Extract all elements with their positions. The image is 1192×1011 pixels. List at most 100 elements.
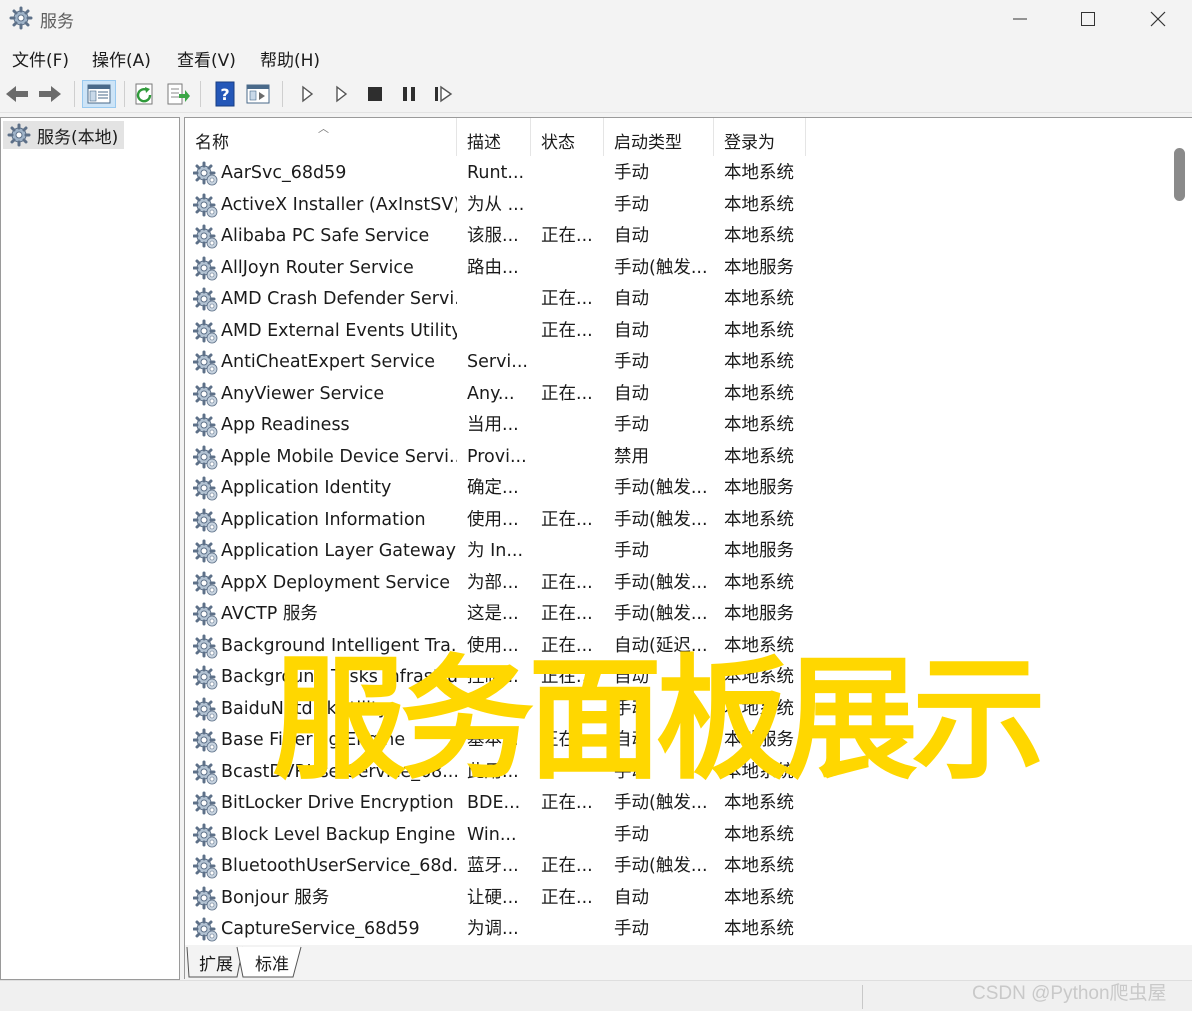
service-name-cell: Application Information: [221, 509, 426, 530]
table-row[interactable]: ActiveX Installer (AxInstSV) 为从 ... 手动 本地系统: [185, 190, 1175, 221]
forward-button[interactable]: [36, 80, 64, 108]
tab-extended[interactable]: 扩展: [191, 947, 241, 977]
menu-file[interactable]: 文件(F): [12, 46, 69, 71]
service-description-cell: 基本...: [467, 730, 519, 750]
service-logon-as-cell: 本地系统: [724, 887, 794, 908]
resume-service-icon: [435, 85, 453, 103]
refresh-button[interactable]: [131, 80, 159, 108]
table-row[interactable]: AMD Crash Defender Servi... 正在... 自动 本地系统: [185, 284, 1175, 315]
table-row[interactable]: Application Layer Gateway ... 为 In... 手动 本地…: [185, 536, 1175, 567]
service-logon-as-cell: 本地系统: [724, 320, 794, 341]
maximize-button[interactable]: [1053, 0, 1123, 38]
service-status-cell: [541, 914, 604, 945]
toolbar-separator: [124, 81, 125, 107]
minimize-icon: [1013, 18, 1027, 20]
tree-item-services-local[interactable]: 服务(本地): [3, 121, 125, 149]
service-gear-icon: [192, 917, 219, 943]
table-row[interactable]: AarSvc_68d59 Runt... 手动 本地系统: [185, 158, 1175, 189]
service-name-cell: App Readiness: [221, 415, 350, 435]
table-row[interactable]: BaiduNetdiskUtility 手动 本地系统: [185, 694, 1175, 725]
help-button[interactable]: ?: [211, 80, 239, 108]
table-row[interactable]: Background Intelligent Tra... 使用... 正在... 自…: [185, 631, 1175, 662]
service-name-cell: Background Tasks Infrastru...: [221, 667, 457, 687]
start-service-button[interactable]: [293, 80, 321, 108]
service-status-cell: [541, 158, 604, 189]
vertical-scrollbar[interactable]: [1171, 118, 1188, 945]
service-description-cell: BDE...: [467, 793, 521, 813]
service-startup-type-cell: 手动(触发...: [614, 509, 708, 530]
close-button[interactable]: [1123, 0, 1192, 38]
toolbar-separator: [200, 81, 201, 107]
service-gear-icon: [192, 571, 219, 597]
service-status-cell: [541, 694, 604, 725]
column-header-status[interactable]: 状态: [531, 118, 604, 156]
service-name-cell: Background Intelligent Tra...: [221, 635, 457, 656]
minimize-button[interactable]: [985, 0, 1055, 38]
service-logon-as-cell: 本地系统: [724, 698, 794, 719]
table-row[interactable]: AVCTP 服务 这是... 正在... 手动(触发... 本地服务: [185, 599, 1175, 630]
service-logon-as-cell: 本地系统: [724, 824, 794, 845]
table-row[interactable]: Alibaba PC Safe Service 该服... 正在... 自动 本地系统: [185, 221, 1175, 252]
table-row[interactable]: Application Identity 确定... 手动(触发... 本地服务: [185, 473, 1175, 504]
table-row[interactable]: BitLocker Drive Encryption ... BDE... 正在..…: [185, 788, 1175, 819]
table-row[interactable]: AMD External Events Utility 正在... 自动 本地系统: [185, 316, 1175, 347]
table-row[interactable]: BcastDVRUserService_68... 此用... 手动 本地系统: [185, 757, 1175, 788]
service-gear-icon: [192, 319, 219, 345]
export-list-button[interactable]: [164, 80, 192, 108]
resume-service-button[interactable]: [429, 80, 457, 108]
service-status-cell: 正在...: [541, 856, 593, 876]
show-hide-console-tree-button[interactable]: [82, 80, 116, 108]
service-status-cell: 正在...: [541, 887, 593, 908]
table-row[interactable]: AppX Deployment Service ... 为部... 正在... 手动(…: [185, 568, 1175, 599]
service-description-cell: 蓝牙...: [467, 856, 519, 876]
table-row[interactable]: App Readiness 当用... 手动 本地系统: [185, 410, 1175, 441]
column-header-startup-type[interactable]: 启动类型: [604, 118, 714, 156]
watermark: CSDN @Python爬虫屋: [972, 983, 1167, 1004]
tab-standard[interactable]: 标准: [245, 947, 299, 977]
table-row[interactable]: AntiCheatExpert Service Servi... 手动 本地系统: [185, 347, 1175, 378]
menu-bar: 文件(F) 操作(A) 查看(V) 帮助(H): [0, 40, 1192, 76]
service-gear-icon: [192, 256, 219, 282]
services-list: 名称 ︿ 描述 状态 启动类型 登录为 AarSvc_68d59 Runt... 手…: [184, 117, 1192, 945]
table-row[interactable]: CaptureService_68d59 为调... 手动 本地系统: [185, 914, 1175, 945]
stop-service-button[interactable]: [361, 80, 389, 108]
table-row[interactable]: Base Filtering Engine 基本... 正在... 自动 本地服务: [185, 725, 1175, 756]
service-name-cell: AVCTP 服务: [221, 604, 318, 624]
service-description-cell: Any...: [467, 383, 515, 404]
table-row[interactable]: Background Tasks Infrastru... 控制... 正在... 自…: [185, 662, 1175, 693]
menu-action[interactable]: 操作(A): [92, 46, 151, 71]
service-description-cell: 使用...: [467, 635, 519, 656]
pause-service-button[interactable]: [395, 80, 423, 108]
table-row[interactable]: Bonjour 服务 让硬... 正在... 自动 本地系统: [185, 883, 1175, 914]
service-startup-type-cell: 自动(延迟...: [614, 635, 708, 656]
service-gear-icon: [192, 476, 219, 502]
sort-ascending-icon: ︿: [318, 122, 329, 135]
scrollbar-thumb[interactable]: [1174, 148, 1185, 201]
table-row[interactable]: BluetoothUserService_68d... 蓝牙... 正在... 手动(…: [185, 851, 1175, 882]
service-status-cell: 正在...: [541, 383, 593, 404]
table-row[interactable]: Application Information 使用... 正在... 手动(触发..…: [185, 505, 1175, 536]
service-gear-icon: [192, 791, 219, 817]
service-description-cell: Provi...: [467, 446, 527, 467]
service-gear-icon: [192, 161, 219, 187]
table-row[interactable]: AllJoyn Router Service 路由... 手动(触发... 本地服务: [185, 253, 1175, 284]
back-button[interactable]: [3, 80, 31, 108]
table-row[interactable]: AnyViewer Service Any... 正在... 自动 本地系统: [185, 379, 1175, 410]
service-name-cell: BcastDVRUserService_68...: [221, 761, 457, 782]
table-row[interactable]: Apple Mobile Device Servi... Provi... 禁用 本地…: [185, 442, 1175, 473]
service-startup-type-cell: 手动(触发...: [614, 257, 708, 278]
menu-view[interactable]: 查看(V): [177, 46, 236, 71]
service-description-cell: Servi...: [467, 352, 528, 372]
column-header-description[interactable]: 描述: [457, 118, 531, 156]
service-gear-icon: [192, 445, 219, 471]
service-logon-as-cell: 本地服务: [724, 604, 794, 624]
menu-help[interactable]: 帮助(H): [260, 46, 320, 71]
service-startup-type-cell: 自动: [614, 320, 649, 341]
service-status-cell: [541, 473, 604, 504]
service-description-cell: 为调...: [467, 919, 519, 939]
column-header-logon-as[interactable]: 登录为: [714, 118, 806, 156]
service-gear-icon: [192, 193, 219, 219]
start-service-alt-button[interactable]: [327, 80, 355, 108]
properties-button[interactable]: [244, 80, 272, 108]
table-row[interactable]: Block Level Backup Engine ... Win... 手动 本地系…: [185, 820, 1175, 851]
